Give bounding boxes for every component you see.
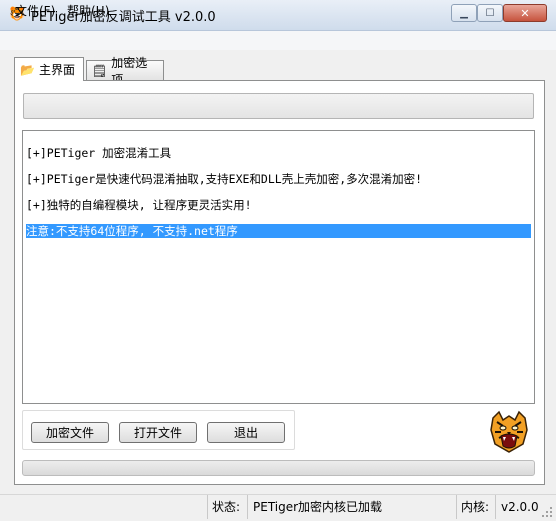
maximize-icon: ☐ [485,7,495,19]
menu-file[interactable]: 文件(F) [15,2,55,19]
minimize-button[interactable]: ▁ [451,4,477,22]
tiger-logo [490,410,528,453]
exit-button[interactable]: 退出 [207,422,285,443]
status-separator [456,495,457,519]
tab-main-label: 主界面 [38,63,75,77]
menu-help[interactable]: 帮助(H) [67,2,109,19]
close-icon: ✕ [520,6,530,20]
resize-grip-icon[interactable] [541,506,553,518]
tab-main[interactable]: 📂 主界面 [14,57,84,81]
kernel-version: v2.0.0 [501,500,539,514]
status-label: 状态: [212,500,241,514]
status-separator [207,495,208,519]
close-button[interactable]: ✕ [503,4,547,22]
folder-open-icon: 📂 [20,62,35,77]
log-line: [+]PETiger是快速代码混淆抽取,支持EXE和DLL壳上壳加密,多次混淆加… [26,172,423,186]
log-line: [+]PETiger 加密混淆工具 [26,146,172,160]
status-value: PETiger加密内核已加载 [253,500,383,514]
kernel-label: 内核: [461,500,490,514]
progress-bar [22,460,535,476]
log-line: [+]独特的自编程模块, 让程序更灵活实用! [26,198,252,212]
encrypt-file-button[interactable]: 加密文件 [31,422,109,443]
window-title: PETiger加密反调试工具 v2.0.0 [31,10,216,25]
log-output[interactable]: [+]PETiger 加密混淆工具 [+]PETiger是快速代码混淆抽取,支持… [22,130,535,404]
minimize-icon: ▁ [460,7,468,19]
tab-encrypt-options[interactable]: 🗒 加密选项 [86,56,164,87]
menu-bar [0,31,556,50]
file-path-field[interactable] [23,93,534,119]
open-file-button[interactable]: 打开文件 [119,422,197,443]
status-separator [247,495,248,519]
log-line-selected[interactable]: 注意:不支持64位程序, 不支持.net程序 [26,224,531,238]
settings-page-icon: 🗒 [92,63,108,78]
maximize-button[interactable]: ☐ [477,4,503,22]
status-separator [495,495,496,519]
